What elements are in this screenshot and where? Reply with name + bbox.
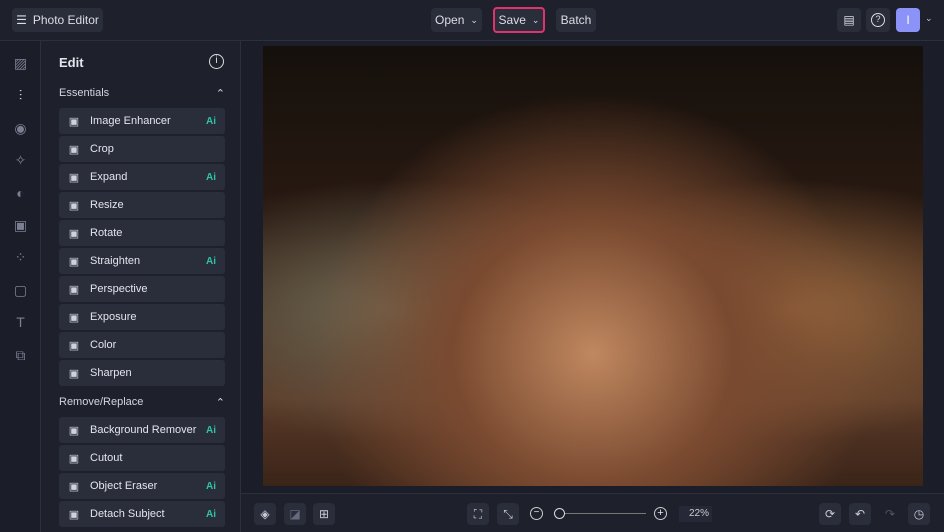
layers-icon[interactable]: ⧉ [12,347,29,364]
frame-icon[interactable]: ▣ [12,217,29,234]
avatar[interactable]: I [896,8,920,32]
section-header[interactable]: Remove/Replace ⌃ [59,396,225,409]
tool-item[interactable]: ▣ Expand Ai [59,164,225,190]
image-enhancer-icon: ▣ [68,115,80,128]
tool-item[interactable]: ▣ Sharpen [59,360,225,386]
background-remover-icon: ▣ [68,424,80,437]
bottom-toolbar: ◈ ◪ ⊞ ⛶ ⤡ − + 22% ⟳ ↶ ↷ ◷ [241,493,944,532]
zoom-slider-handle[interactable] [553,508,565,519]
actual-size-button[interactable]: ⤡ [497,503,519,525]
hamburger-icon: ☰ [16,13,27,27]
tool-label: Sharpen [90,367,132,379]
chevron-up-icon: ⌃ [215,397,225,409]
tool-label: Rotate [90,227,123,239]
object-eraser-icon: ▣ [68,480,80,493]
redo-button[interactable]: ↷ [879,503,901,525]
tool-label: Background Remover [90,424,197,436]
tool-label: Exposure [90,311,137,323]
chevron-down-icon: ⌄ [470,14,478,25]
tool-label: Perspective [90,283,148,295]
section-header[interactable]: Essentials ⌃ [59,87,225,100]
photo-image[interactable] [263,46,923,486]
graphics-icon[interactable]: ⁘ [12,249,29,266]
ai-badge: Ai [206,424,216,436]
tool-item[interactable]: ▣ Image Enhancer Ai [59,108,225,134]
undo-button[interactable]: ↶ [849,503,871,525]
section-label: Remove/Replace [59,396,144,408]
ai-badge: Ai [206,480,216,492]
section-label: Essentials [59,87,110,99]
comment-icon: ▤ [843,13,855,27]
tool-item[interactable]: ▣ Color [59,332,225,358]
tool-label: Color [90,339,117,351]
texture-icon[interactable]: ▢ [12,282,29,299]
text-icon[interactable]: T [12,314,29,331]
ai-badge: Ai [206,115,216,127]
tool-label: Detach Subject [90,508,165,520]
tool-item[interactable]: ▣ Cutout [59,445,225,471]
eye-icon[interactable]: ◉ [12,120,29,137]
cutout-icon: ▣ [68,452,80,465]
zoom-out-icon[interactable]: − [530,507,543,520]
crop-icon: ▣ [68,143,80,156]
layers-button[interactable]: ◈ [254,503,276,525]
chevron-down-icon: ⌄ [531,14,540,25]
zoom-in-icon[interactable]: + [654,507,667,520]
tool-label: Object Eraser [90,480,158,492]
rotate-icon: ▣ [68,227,80,240]
expand-icon: ▣ [68,171,80,184]
exposure-icon: ▣ [68,311,80,324]
effects-icon[interactable]: ✧ [12,152,29,169]
batch-button[interactable]: Batch [556,8,596,32]
tool-item[interactable]: ▣ Straighten Ai [59,248,225,274]
ai-badge: Ai [206,508,216,520]
fit-screen-button[interactable]: ⛶ [467,503,489,525]
save-button[interactable]: Save ⌄ [493,7,545,33]
tool-item[interactable]: ▣ Object Eraser Ai [59,473,225,499]
tool-item[interactable]: ▣ Detach Subject Ai [59,501,225,527]
tool-label: Image Enhancer [90,115,171,127]
tool-label: Expand [90,171,128,183]
ai-badge: Ai [206,171,216,183]
ai-badge: Ai [206,255,216,267]
tool-item[interactable]: ▣ Exposure [59,304,225,330]
image-icon[interactable]: ▨ [12,55,29,72]
history-button[interactable]: ◷ [908,503,930,525]
open-button[interactable]: Open ⌄ [431,8,482,32]
tool-item[interactable]: ▣ Resize [59,192,225,218]
compare-button[interactable]: ◪ [284,503,306,525]
reset-button[interactable]: ⟳ [819,503,841,525]
tool-item[interactable]: ▣ Perspective [59,276,225,302]
help-icon: ? [871,13,885,27]
tool-label: Cutout [90,452,123,464]
info-icon[interactable]: i [209,54,224,69]
resize-icon: ▣ [68,199,80,212]
palette-icon[interactable]: ◐ [12,185,29,202]
zoom-level[interactable]: 22% [679,506,712,522]
straighten-icon: ▣ [68,255,80,268]
tool-label: Straighten [90,255,141,267]
tool-label: Crop [90,143,114,155]
zoom-slider[interactable] [554,513,646,514]
account-chevron-icon[interactable]: ⌄ [925,13,933,24]
tool-item[interactable]: ▣ Rotate [59,220,225,246]
detach-subject-icon: ▣ [68,508,80,521]
help-button[interactable]: ? [866,8,890,32]
tool-item[interactable]: ▣ Crop [59,136,225,162]
tool-rail: ▨ ⫶ ◉ ✧ ◐ ▣ ⁘ ▢ T ⧉ [0,41,41,532]
perspective-icon: ▣ [68,283,80,296]
grid-button[interactable]: ⊞ [313,503,335,525]
sharpen-icon: ▣ [68,367,80,380]
tool-label: Resize [90,199,124,211]
color-icon: ▣ [68,339,80,352]
chevron-up-icon: ⌃ [215,88,225,100]
tool-item[interactable]: ▣ Background Remover Ai [59,417,225,443]
panel-title: Edit [59,55,84,70]
canvas-area [241,41,944,493]
menu-button[interactable]: ☰ Photo Editor [12,8,103,32]
feedback-button[interactable]: ▤ [837,8,861,32]
top-bar: ☰ Photo Editor Open ⌄ Save ⌄ Batch ▤ ? I ⌄ [0,0,944,41]
adjust-icon[interactable]: ⫶ [12,87,29,104]
edit-panel: Edit i Essentials ⌃ ▣ Image Enhancer Ai ▣ Crop… [41,41,241,532]
